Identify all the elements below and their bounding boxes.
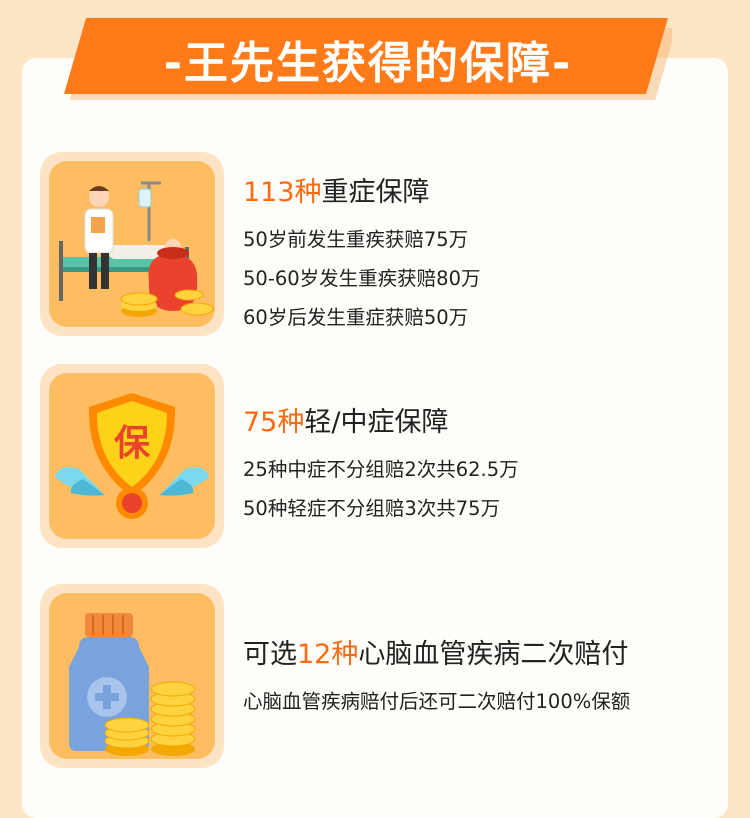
benefit-detail: 50-60岁发生重疾获赔80万 (243, 267, 481, 290)
benefit-title: 75种轻/中症保障 (243, 400, 519, 439)
header-banner: -王先生获得的保障- (64, 18, 672, 100)
benefit-detail: 心脑血管疾病赔付后还可二次赔付100%保额 (243, 690, 631, 713)
shield-character: 保 (114, 423, 151, 464)
benefit-text: 113种重症保障 50岁前发生重疾获赔75万 50-60岁发生重疾获赔80万 6… (243, 170, 480, 330)
benefit-title-pre: 可选 (243, 639, 297, 670)
benefit-title-rest: 心脑血管疾病二次赔付 (358, 639, 629, 670)
benefit-title-rest: 重症保障 (321, 177, 430, 208)
benefit-detail: 50岁前发生重疾获赔75万 (243, 228, 469, 251)
benefit-detail: 25种中症不分组赔2次共62.5万 (243, 458, 519, 481)
benefit-text: 75种轻/中症保障 25种中症不分组赔2次共62.5万 50种轻症不分组赔3次共… (243, 400, 519, 521)
medicine-bottle-coins-icon (69, 613, 196, 756)
icon-tile (40, 152, 224, 336)
benefit-text: 可选12种心脑血管疾病二次赔付 心脑血管疾病赔付后还可二次赔付100%保额 (243, 632, 630, 714)
banner-title: -王先生获得的保障- (163, 38, 573, 89)
icon-tile (40, 584, 224, 768)
benefit-title: 可选12种心脑血管疾病二次赔付 (243, 632, 630, 671)
shield-wings-bao-icon: 保 (55, 393, 209, 519)
benefit-detail: 50种轻症不分组赔3次共75万 (243, 497, 501, 520)
benefit-title: 113种重症保障 (243, 170, 480, 209)
benefit-count: 113种 (243, 177, 322, 208)
benefit-detail: 60岁后发生重症获赔50万 (243, 306, 469, 329)
benefit-count: 75种 (243, 407, 305, 438)
icon-tile: 保 (40, 364, 224, 548)
benefit-title-rest: 轻/中症保障 (304, 407, 449, 438)
doctor-patient-money-bag-icon (59, 181, 214, 317)
benefit-count: 12种 (297, 639, 359, 670)
